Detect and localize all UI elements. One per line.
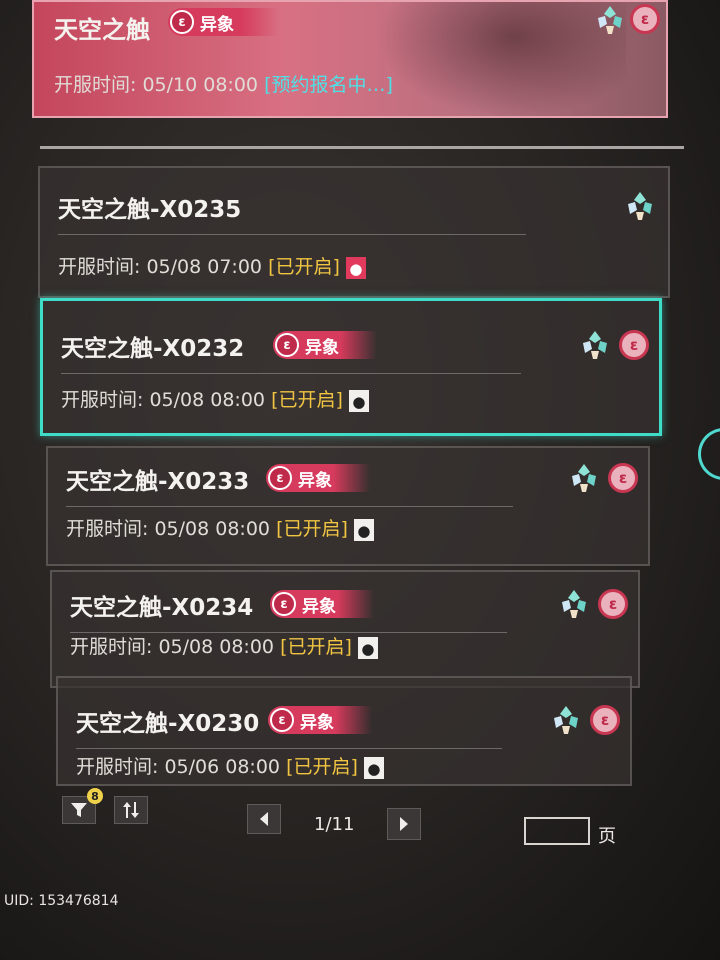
anomaly-tag: ε 异象: [273, 331, 377, 359]
crystal-icon: [583, 331, 607, 359]
next-page-side-arrow[interactable]: [698, 428, 720, 480]
card-divider: [58, 234, 526, 235]
server-name: 天空之触-X0234: [70, 595, 254, 621]
new-player-icon: ●: [345, 256, 366, 279]
status-label: [已开启]: [271, 389, 343, 411]
chevron-left-icon: [260, 812, 268, 826]
anomaly-tag-label: 异象: [300, 712, 334, 733]
card-divider: [76, 748, 502, 749]
anomaly-tag-label: 异象: [305, 337, 339, 358]
uid-label: UID: 153476814: [4, 893, 119, 909]
anomaly-icon: ε: [630, 4, 660, 34]
anomaly-tag: ε 异象: [168, 8, 278, 36]
status-label: [已开启]: [280, 636, 352, 658]
server-card[interactable]: 天空之触-X0234 ε 异象 ε 开服时间: 05/08 08:00 [已开启] ●: [50, 570, 640, 688]
anomaly-icon: ε: [619, 330, 649, 360]
anomaly-icon: ε: [608, 463, 638, 493]
anomaly-tag-icon: ε: [275, 333, 299, 357]
featured-art: [376, 2, 626, 118]
anomaly-tag: ε 异象: [270, 590, 374, 618]
sort-button[interactable]: [114, 796, 148, 824]
anomaly-tag-icon: ε: [270, 708, 294, 732]
status-label: [已开启]: [286, 756, 358, 778]
player-icon: ●: [348, 389, 369, 412]
sort-icon: [123, 802, 139, 818]
crystal-icon: [598, 6, 622, 34]
page-suffix: 页: [598, 826, 616, 847]
server-name: 天空之触-X0230: [76, 711, 260, 737]
server-card[interactable]: 天空之触-X0235 开服时间: 05/08 07:00 [已开启] ●: [38, 166, 670, 298]
status-label: [预约报名中…]: [264, 74, 393, 96]
anomaly-icon: ε: [590, 705, 620, 735]
chevron-right-icon: [400, 817, 408, 831]
server-name: 天空之触-X0235: [58, 197, 242, 223]
open-time: 开服时间: 05/10 08:00 [预约报名中…]: [54, 74, 393, 96]
server-card[interactable]: 天空之触-X0233 ε 异象 ε 开服时间: 05/08 08:00 [已开启] ●: [46, 446, 650, 566]
featured-server-card[interactable]: 天空之触 ε 异象 ε 开服时间: 05/10 08:00 [预约报名中…]: [32, 0, 668, 118]
anomaly-tag-icon: ε: [272, 592, 296, 616]
server-card[interactable]: 天空之触-X0230 ε 异象 ε 开服时间: 05/06 08:00 [已开启] ●: [56, 676, 632, 786]
player-icon: ●: [357, 636, 378, 659]
section-divider: [40, 146, 684, 149]
anomaly-tag-icon: ε: [268, 466, 292, 490]
next-page-button[interactable]: [387, 808, 421, 840]
filter-icon: [71, 803, 87, 817]
prev-page-button[interactable]: [247, 804, 281, 834]
anomaly-tag: ε 异象: [266, 464, 370, 492]
server-name: 天空之触-X0232: [61, 336, 245, 362]
page-jump-input[interactable]: [524, 817, 590, 845]
open-time: 开服时间: 05/08 08:00 [已开启] ●: [70, 632, 378, 659]
anomaly-tag-label: 异象: [298, 470, 332, 491]
player-icon: ●: [363, 756, 384, 779]
card-divider: [66, 506, 513, 507]
crystal-icon: [554, 706, 578, 734]
anomaly-tag-label: 异象: [302, 596, 336, 617]
server-name: 天空之触-X0233: [66, 469, 250, 495]
filter-count-badge: 8: [87, 788, 103, 804]
crystal-icon: [562, 590, 586, 618]
crystal-icon: [572, 464, 596, 492]
anomaly-tag-label: 异象: [200, 14, 234, 35]
server-name: 天空之触: [54, 16, 150, 44]
open-time: 开服时间: 05/08 08:00 [已开启] ●: [66, 514, 374, 541]
open-time: 开服时间: 05/08 08:00 [已开启] ●: [61, 385, 369, 412]
card-divider: [61, 373, 521, 374]
status-label: [已开启]: [268, 256, 340, 278]
anomaly-icon: ε: [598, 589, 628, 619]
open-time: 开服时间: 05/06 08:00 [已开启] ●: [76, 752, 384, 779]
anomaly-tag-icon: ε: [170, 10, 194, 34]
server-card-selected[interactable]: 天空之触-X0232 ε 异象 ε 开服时间: 05/08 08:00 [已开启] ●: [40, 298, 662, 436]
anomaly-tag: ε 异象: [268, 706, 372, 734]
status-label: [已开启]: [276, 518, 348, 540]
player-icon: ●: [353, 518, 374, 541]
crystal-icon: [628, 192, 652, 220]
page-indicator: 1/11: [314, 814, 355, 835]
open-time: 开服时间: 05/08 07:00 [已开启] ●: [58, 252, 366, 279]
